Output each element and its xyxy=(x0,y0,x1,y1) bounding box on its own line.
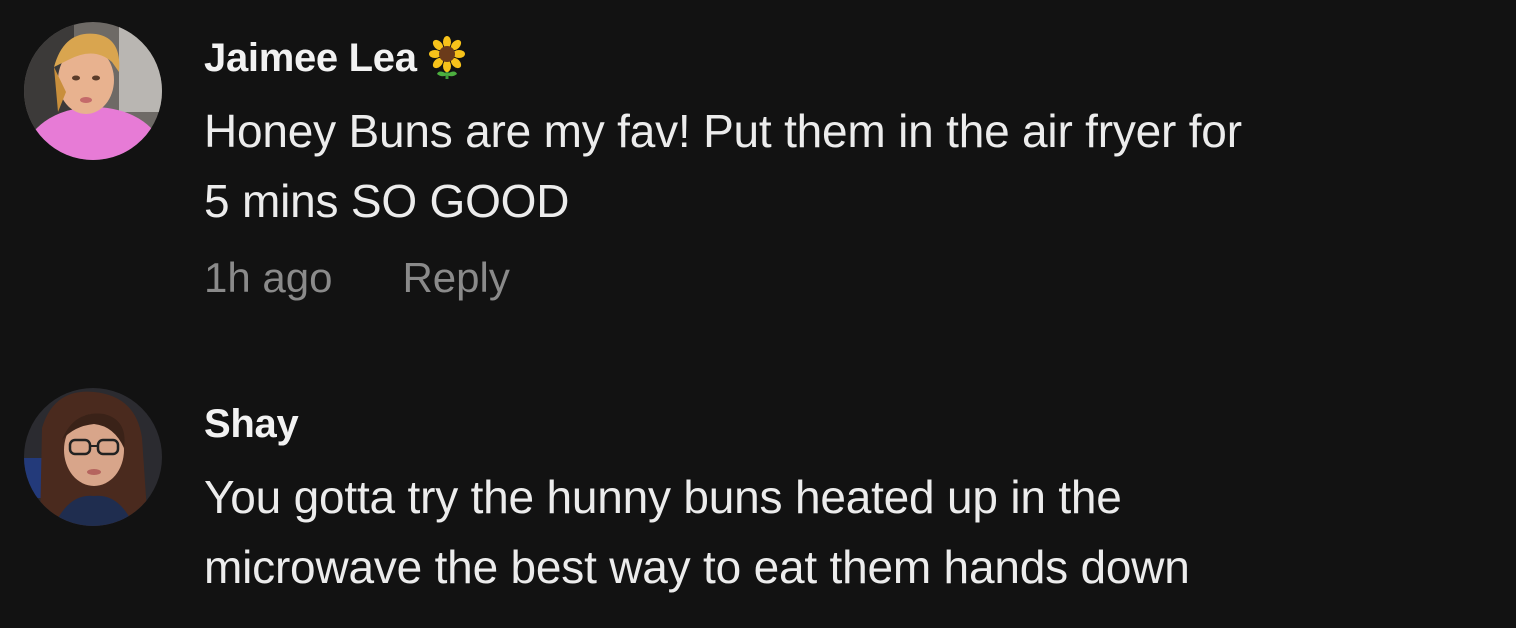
username[interactable]: Jaimee Lea xyxy=(204,32,1504,84)
avatar-image xyxy=(24,388,162,526)
username-text[interactable]: Jaimee Lea xyxy=(204,36,417,81)
sunflower-icon xyxy=(425,36,469,80)
comment-text: You gotta try the hunny buns heated up i… xyxy=(204,471,1190,593)
username-text[interactable]: Shay xyxy=(204,402,299,447)
timestamp: 1h ago xyxy=(204,254,333,301)
avatar[interactable] xyxy=(24,388,162,526)
avatar-image xyxy=(24,22,162,160)
avatar[interactable] xyxy=(24,22,162,160)
comment-meta: 1h ago Reply xyxy=(204,254,1504,302)
comment-text: Honey Buns are my fav! Put them in the a… xyxy=(204,105,1242,227)
reply-button[interactable]: Reply xyxy=(402,254,509,302)
username[interactable]: Shay xyxy=(204,398,1504,450)
